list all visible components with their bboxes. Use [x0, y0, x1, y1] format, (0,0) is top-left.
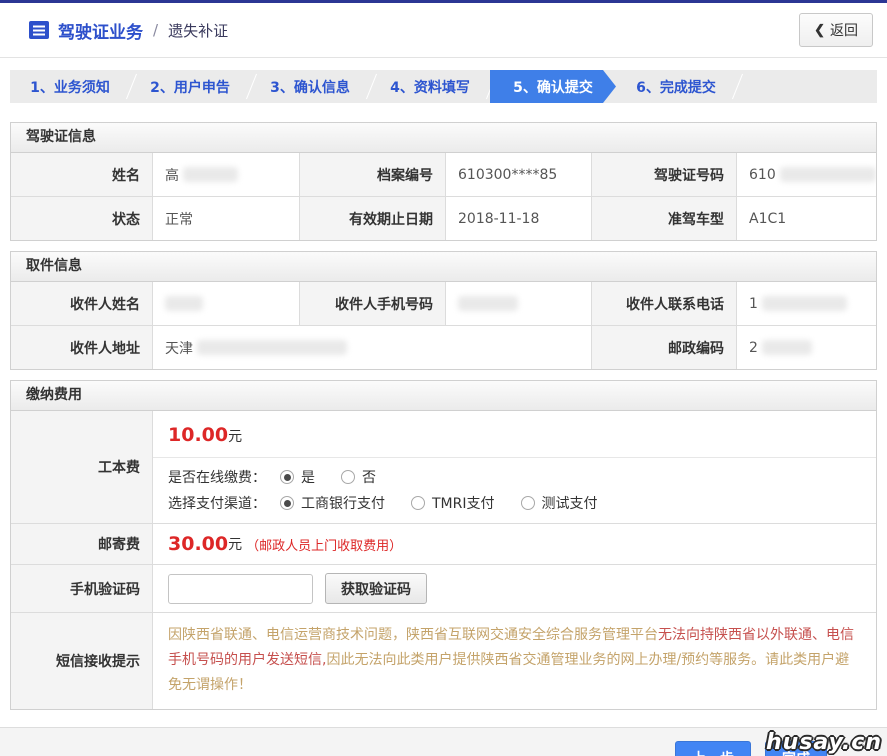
field-label-name: 姓名 — [11, 153, 153, 196]
pickup-info-section: 取件信息 收件人姓名 收件人手机号码 收件人联系电话 1 收件人地址 天津 邮政… — [10, 251, 877, 370]
field-label-expiry-date: 有效期止日期 — [300, 197, 446, 240]
step-tabs: 1、业务须知 2、用户申告 3、确认信息 4、资料填写 5、确认提交 6、完成提… — [10, 70, 877, 103]
field-label-recipient-address: 收件人地址 — [11, 326, 153, 369]
footer-bar: 上一步 完成 — [0, 727, 887, 756]
mail-fee-note: （邮政人员上门收取费用） — [246, 538, 403, 554]
radio-online-pay-no[interactable]: 否 — [341, 467, 376, 487]
previous-step-button[interactable]: 上一步 — [675, 741, 751, 756]
table-row: 收件人地址 天津 邮政编码 2 — [11, 325, 876, 369]
back-chevron-icon: ❮ — [814, 22, 825, 37]
sms-tip-row: 短信接收提示 因陕西省联通、电信运营商技术问题，陕西省互联网交通安全综合服务管理… — [11, 612, 876, 709]
field-value-recipient-mobile — [446, 282, 592, 325]
main-content: 驾驶证信息 姓名 高 档案编号 610300****85 驾驶证号码 610 状… — [0, 122, 887, 710]
radio-unchecked-icon — [520, 496, 535, 510]
back-button-label: 返回 — [830, 22, 858, 38]
radio-channel-test[interactable]: 测试支付 — [520, 493, 598, 513]
radio-channel-tmri[interactable]: TMRI支付 — [411, 493, 495, 513]
step-tab-5-active[interactable]: 5、确认提交 — [490, 70, 616, 103]
field-label-status: 状态 — [11, 197, 153, 240]
redaction-blur — [779, 167, 876, 182]
back-button[interactable]: ❮ 返回 — [799, 13, 873, 47]
field-label-recipient-name: 收件人姓名 — [11, 282, 153, 325]
redaction-blur — [458, 296, 518, 311]
redaction-blur — [761, 296, 847, 311]
get-code-button[interactable]: 获取验证码 — [325, 573, 427, 604]
radio-label: 工商银行支付 — [301, 496, 385, 512]
radio-label: TMRI支付 — [432, 496, 495, 512]
pickup-section-title: 取件信息 — [11, 252, 876, 282]
online-pay-group: 是否在线缴费： 是 否 — [168, 467, 861, 487]
radio-label: 测试支付 — [541, 496, 598, 512]
license-info-section: 驾驶证信息 姓名 高 档案编号 610300****85 驾驶证号码 610 状… — [10, 122, 877, 241]
step-tab-4[interactable]: 4、资料填写 — [370, 70, 490, 103]
field-label-recipient-mobile: 收件人手机号码 — [300, 282, 446, 325]
table-row: 状态 正常 有效期止日期 2018-11-18 准驾车型 A1C1 — [11, 196, 876, 240]
step-tab-1[interactable]: 1、业务须知 — [10, 70, 130, 103]
sms-tip-label: 短信接收提示 — [11, 613, 153, 709]
breadcrumb-separator: / — [153, 21, 159, 39]
radio-label: 是 — [301, 470, 315, 486]
radio-label: 否 — [362, 470, 376, 486]
table-row: 收件人姓名 收件人手机号码 收件人联系电话 1 — [11, 282, 876, 325]
work-fee-label: 工本费 — [11, 411, 153, 523]
pay-channel-caption: 选择支付渠道： — [168, 496, 266, 512]
work-fee-amount: 10.00元 — [168, 424, 243, 446]
field-label-recipient-phone: 收件人联系电话 — [592, 282, 737, 325]
radio-checked-icon — [280, 496, 294, 510]
page-title: 驾驶证业务 — [58, 22, 143, 43]
redaction-blur — [165, 296, 203, 311]
field-value-expiry-date: 2018-11-18 — [446, 197, 592, 240]
sms-tip-text: 因陕西省联通、电信运营商技术问题，陕西省互联网交通安全综合服务管理平台无法向持陕… — [153, 613, 876, 709]
sms-code-label: 手机验证码 — [11, 565, 153, 612]
radio-checked-icon — [280, 470, 294, 484]
table-row: 姓名 高 档案编号 610300****85 驾驶证号码 610 — [11, 153, 876, 196]
online-pay-caption: 是否在线缴费： — [168, 470, 266, 486]
field-value-recipient-name — [153, 282, 300, 325]
page-header: 驾驶证业务 / 遗失补证 ❮ 返回 — [0, 3, 887, 58]
step-tab-6[interactable]: 6、完成提交 — [616, 70, 736, 103]
field-value-postal-code: 2 — [737, 326, 876, 369]
field-value-vehicle-class: A1C1 — [749, 210, 787, 227]
sms-code-row: 手机验证码 获取验证码 — [11, 564, 876, 612]
redaction-blur — [197, 340, 347, 355]
breadcrumb-current: 遗失补证 — [168, 21, 229, 40]
field-value-recipient-phone: 1 — [737, 282, 876, 325]
step-tabs-filler — [736, 70, 877, 103]
field-label-file-number: 档案编号 — [300, 153, 446, 196]
radio-unchecked-icon — [411, 496, 425, 510]
radio-online-pay-yes[interactable]: 是 — [280, 467, 315, 487]
field-label-license-number: 驾驶证号码 — [592, 153, 737, 196]
mail-fee-label: 邮寄费 — [11, 524, 153, 564]
field-label-postal-code: 邮政编码 — [592, 326, 737, 369]
field-value-status: 正常 — [153, 197, 300, 240]
field-value-name: 高 — [153, 153, 300, 196]
fees-section: 缴纳费用 工本费 10.00元 是否在线缴费： 是 否 选择支付渠道： 工商银行… — [10, 380, 877, 710]
radio-channel-icbc[interactable]: 工商银行支付 — [280, 493, 385, 513]
mail-fee-amount: 30.00 元 （邮政人员上门收取费用） — [153, 524, 876, 564]
field-value-license-number: 610 — [737, 153, 876, 196]
redaction-blur — [183, 167, 238, 182]
field-value-file-number: 610300****85 — [446, 153, 592, 196]
field-label-vehicle-class: 准驾车型 — [592, 197, 737, 240]
list-icon — [28, 19, 50, 41]
step-tab-2[interactable]: 2、用户申告 — [130, 70, 250, 103]
license-section-title: 驾驶证信息 — [11, 123, 876, 153]
mail-fee-row: 邮寄费 30.00 元 （邮政人员上门收取费用） — [11, 523, 876, 564]
pay-channel-group: 选择支付渠道： 工商银行支付 TMRI支付 测试支付 — [168, 493, 861, 513]
watermark: husay.cn — [766, 730, 882, 755]
field-value-recipient-address: 天津 — [153, 326, 592, 369]
fees-section-title: 缴纳费用 — [11, 381, 876, 411]
step-tab-3[interactable]: 3、确认信息 — [250, 70, 370, 103]
sms-code-input[interactable] — [168, 573, 313, 604]
work-fee-row: 工本费 10.00元 是否在线缴费： 是 否 选择支付渠道： 工商银行支付 TM… — [11, 411, 876, 523]
radio-unchecked-icon — [341, 470, 355, 484]
redaction-blur — [761, 340, 812, 355]
